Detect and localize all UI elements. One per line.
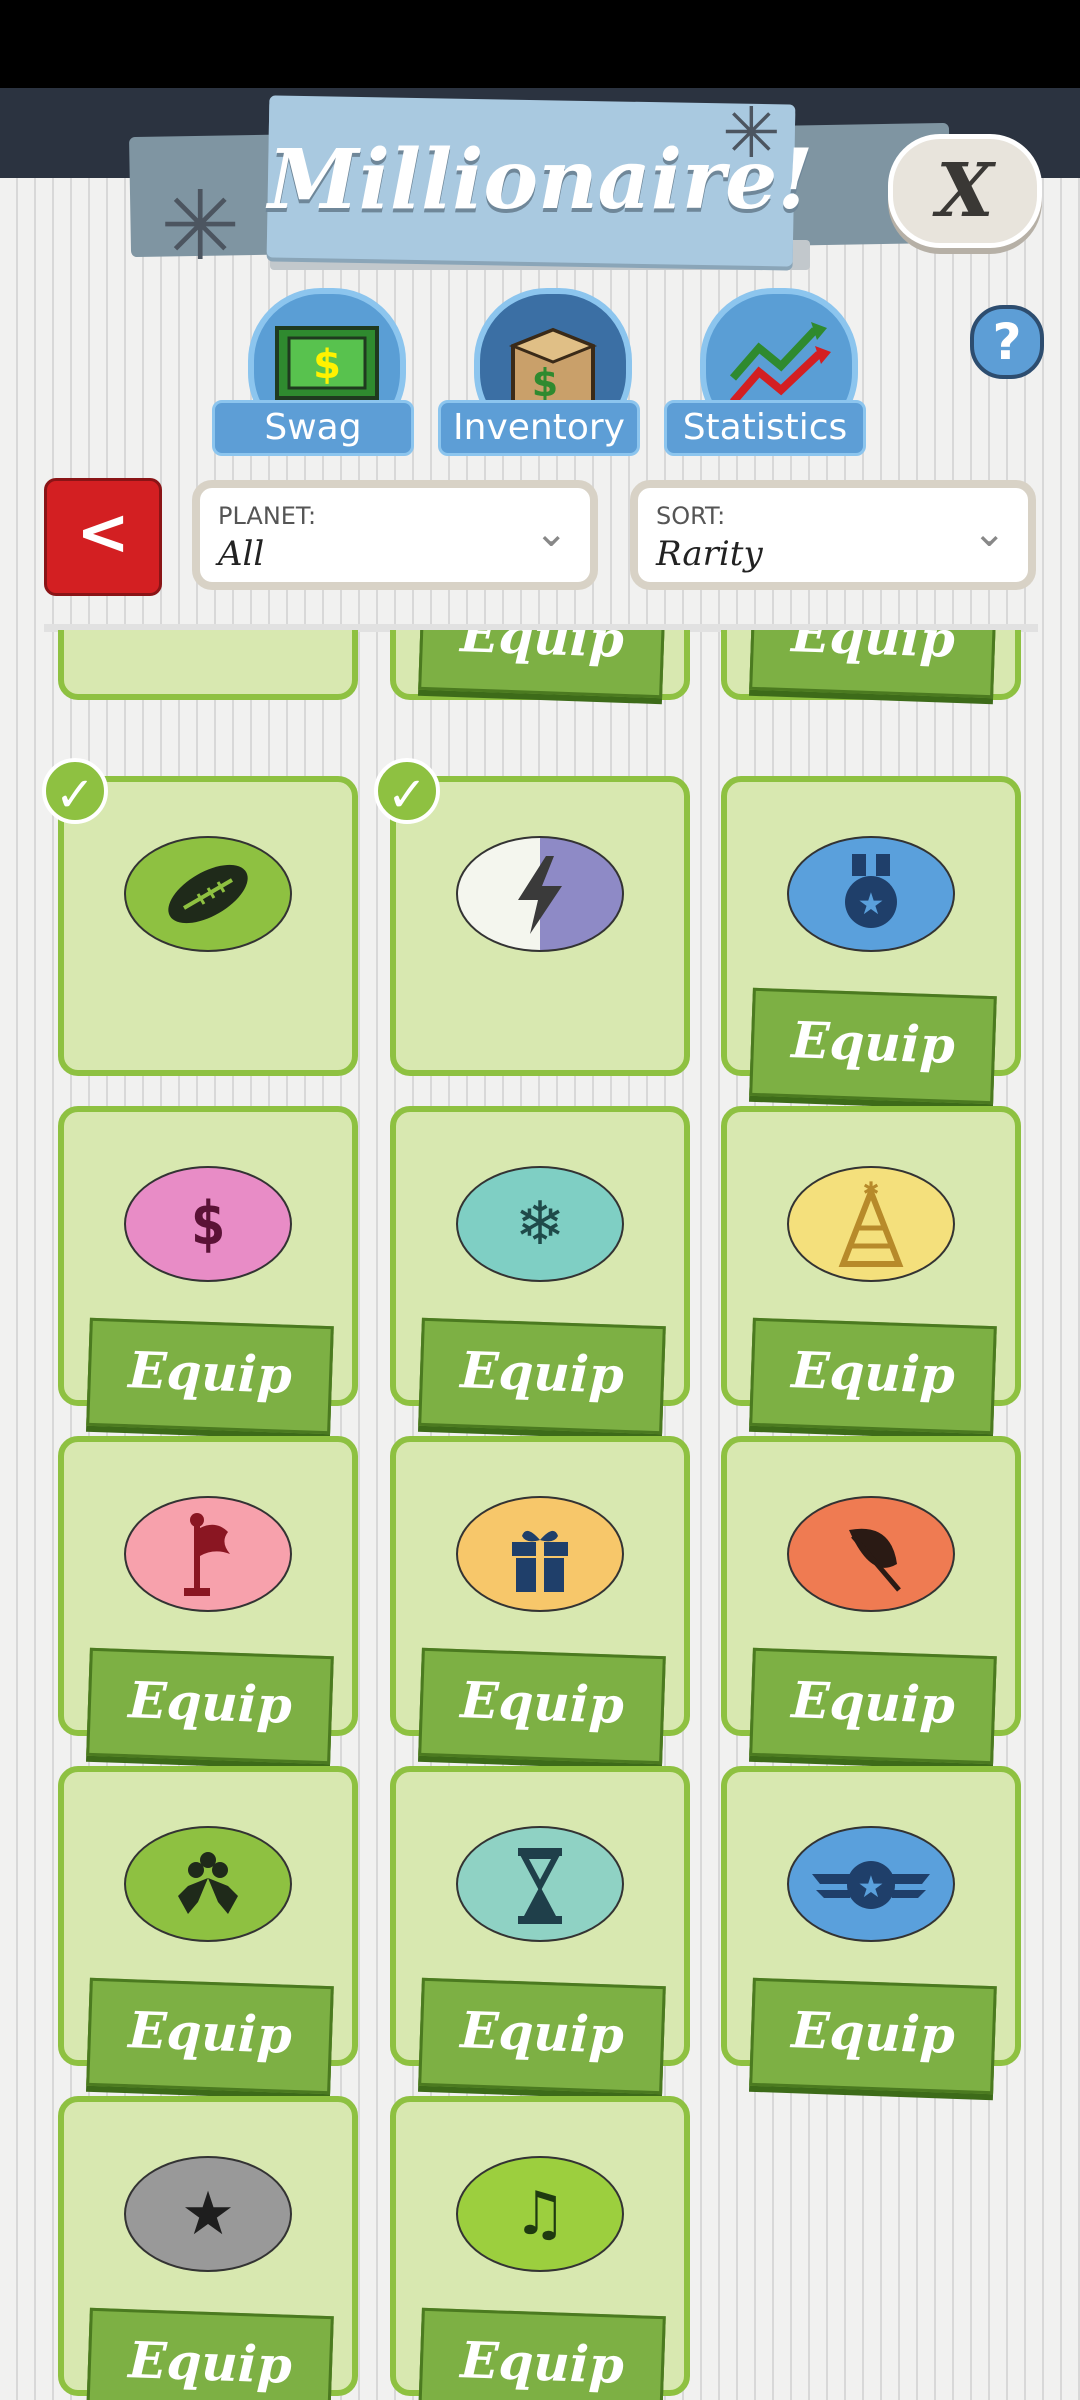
equip-button[interactable]: Equip: [86, 1317, 334, 1435]
item-tile[interactable]: Equip: [58, 1436, 358, 1765]
swag-button[interactable]: $ Swag: [212, 288, 414, 456]
item-tile[interactable]: Equip: [390, 1436, 690, 1765]
equip-button[interactable]: Equip: [749, 987, 997, 1105]
statistics-label: Statistics: [664, 400, 866, 456]
close-button[interactable]: X: [888, 134, 1042, 248]
holly-icon: [124, 1826, 292, 1942]
item-tile[interactable]: ♫ Equip: [390, 2096, 690, 2400]
equip-button[interactable]: Equip: [418, 1647, 666, 1765]
star-icon: ★: [124, 2156, 292, 2272]
equip-button[interactable]: Equip: [749, 1977, 997, 2095]
flag-icon: [124, 1496, 292, 1612]
chevron-down-icon: ⌄: [972, 510, 1006, 556]
item-grid: Equip Equip ✓ ✓ ★ Equip $ Equip ❄ Equip …: [0, 630, 1080, 2400]
medal-icon: ★: [787, 836, 955, 952]
party-hat-icon: ✱: [787, 1166, 955, 1282]
lightning-icon: [456, 836, 624, 952]
equip-button[interactable]: Equip: [749, 630, 997, 699]
help-button[interactable]: ?: [970, 305, 1044, 379]
item-tile[interactable]: ❄ Equip: [390, 1106, 690, 1435]
page-title: Millionaire!: [268, 132, 814, 228]
svg-text:$: $: [313, 342, 341, 388]
sort-label: SORT:: [656, 502, 726, 530]
item-tile[interactable]: Equip: [390, 1766, 690, 2095]
svg-text:$: $: [532, 361, 558, 405]
equip-button[interactable]: Equip: [86, 1977, 334, 2095]
item-tile[interactable]: [58, 630, 358, 700]
inventory-button[interactable]: $ Inventory: [438, 288, 640, 456]
item-tile[interactable]: ★ Equip: [721, 776, 1021, 1105]
sort-dropdown[interactable]: SORT: Rarity ⌄: [630, 480, 1036, 590]
statistics-button[interactable]: Statistics: [664, 288, 866, 456]
equip-button[interactable]: Equip: [418, 1317, 666, 1435]
equip-button[interactable]: Equip: [86, 2307, 334, 2400]
football-icon: [124, 836, 292, 952]
gift-icon: [456, 1496, 624, 1612]
item-tile[interactable]: ★ Equip: [721, 1766, 1021, 2095]
equip-button[interactable]: Equip: [749, 1317, 997, 1435]
planet-dropdown[interactable]: PLANET: All ⌄: [192, 480, 598, 590]
svg-text:✱: ✱: [863, 1177, 880, 1201]
winged-star-icon: ★: [787, 1826, 955, 1942]
item-tile[interactable]: Equip: [721, 1436, 1021, 1765]
snowflake-decoration-icon: ✳: [160, 170, 241, 282]
music-note-icon: ♫: [456, 2156, 624, 2272]
check-icon: ✓: [374, 758, 440, 824]
back-button[interactable]: <: [44, 478, 162, 596]
item-tile[interactable]: [58, 776, 358, 1076]
planet-label: PLANET:: [218, 502, 317, 530]
inventory-label: Inventory: [438, 400, 640, 456]
item-tile[interactable]: Equip: [58, 1766, 358, 2095]
planet-value: All: [218, 534, 265, 574]
equip-button[interactable]: Equip: [86, 1647, 334, 1765]
svg-text:★: ★: [858, 1870, 885, 1905]
status-bar: [0, 0, 1080, 88]
item-tile[interactable]: [390, 776, 690, 1076]
equip-button[interactable]: Equip: [418, 2307, 666, 2400]
leaf-icon: [787, 1496, 955, 1612]
equip-button[interactable]: Equip: [418, 1977, 666, 2095]
sort-value: Rarity: [656, 534, 763, 574]
item-tile[interactable]: Equip: [721, 630, 1021, 700]
pixel-dollar-icon: $: [124, 1166, 292, 1282]
equip-button[interactable]: Equip: [749, 1647, 997, 1765]
check-icon: ✓: [42, 758, 108, 824]
svg-text:★: ★: [858, 887, 885, 922]
item-tile[interactable]: ★ Equip: [58, 2096, 358, 2400]
swag-label: Swag: [212, 400, 414, 456]
hourglass-icon: [456, 1826, 624, 1942]
equip-button[interactable]: Equip: [418, 630, 666, 699]
snowflake-icon: ❄: [456, 1166, 624, 1282]
snowflake-decoration-icon: ✳: [722, 92, 781, 174]
item-tile[interactable]: ✱ Equip: [721, 1106, 1021, 1435]
item-tile[interactable]: $ Equip: [58, 1106, 358, 1435]
item-tile[interactable]: Equip: [390, 630, 690, 700]
chevron-down-icon: ⌄: [534, 510, 568, 556]
close-icon: X: [936, 148, 994, 234]
